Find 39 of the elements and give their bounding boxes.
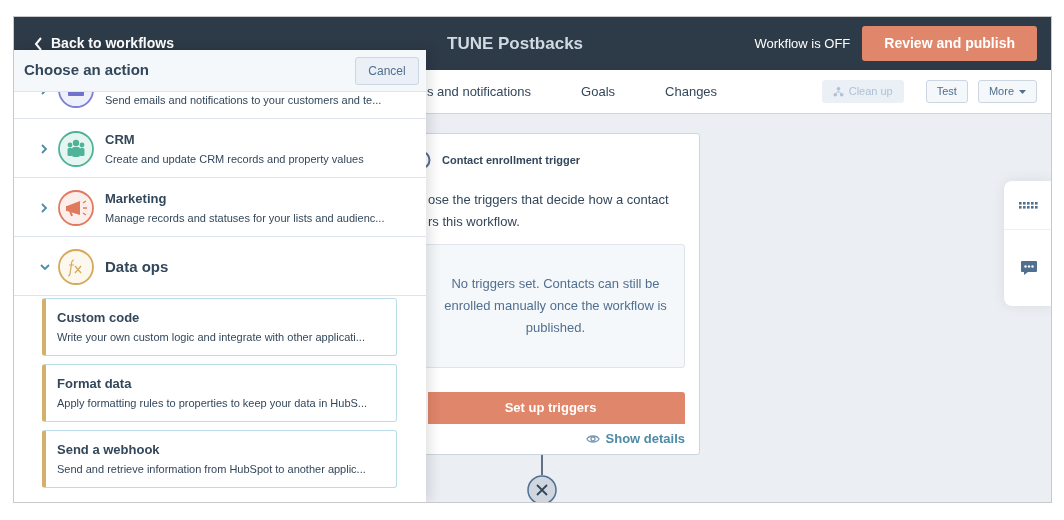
grid-icon: [1019, 201, 1038, 209]
category-description: Manage records and statuses for your lists and audienc...: [105, 210, 385, 226]
end-node-icon: [527, 475, 557, 502]
action-title: Format data: [57, 375, 133, 393]
action-description: Write your own custom logic and integrate with other applicati...: [57, 330, 366, 345]
tab[interactable]: Goals: [581, 81, 616, 102]
category-description: Send emails and notifications to your customers and te...: [105, 92, 382, 108]
action-description: Apply formatting rules to properties to keep your data in HubS...: [57, 396, 368, 411]
card-description: ose the triggers that decide how a contact rs this workflow.: [427, 191, 670, 231]
category-description: Create and update CRM records and property values: [105, 151, 364, 167]
action-description: Send and retrieve information from HubSpot to another applic...: [57, 462, 367, 477]
action-card[interactable]: Custom code Write your own custom logic and integrate with other applicati...: [42, 298, 397, 356]
action-card[interactable]: Send a webhook Send and retrieve information from HubSpot to another applic...: [42, 430, 397, 488]
chevron-down-icon[interactable]: [40, 263, 50, 270]
category-title[interactable]: CRM: [105, 129, 364, 150]
action-card[interactable]: Format data Apply formatting rules to properties to keep your data in HubS...: [42, 364, 397, 422]
workflow-title: TUNE Postbacks: [447, 32, 584, 55]
empty-message: No triggers set. Contacts can still be enrolled manually once the workflow is published.: [443, 275, 668, 337]
workflow-status: Workflow is OFF: [754, 34, 851, 53]
hierarchy-icon: [832, 86, 844, 97]
crm-icon: [58, 130, 94, 167]
eye-icon: [585, 433, 600, 445]
connector-line: [541, 455, 543, 475]
caret-icon: [1019, 89, 1026, 94]
action-title: Custom code: [57, 309, 141, 327]
panel-title: Choose an action: [24, 60, 150, 81]
toolbar-button[interactable]: More: [977, 80, 1037, 103]
marketing-icon: [58, 189, 94, 226]
tab[interactable]: s and notifications: [427, 81, 532, 102]
card-title: Contact enrollment trigger: [442, 152, 581, 168]
show-details-link[interactable]: Show details: [585, 429, 685, 449]
back-link[interactable]: Back to workflows: [14, 33, 447, 54]
action-title: Send a webhook: [57, 441, 161, 459]
category-title[interactable]: Data ops: [105, 256, 169, 277]
chat-icon: [1020, 261, 1037, 275]
category-title[interactable]: Marketing: [105, 188, 385, 209]
toolbar-button[interactable]: Test: [925, 80, 968, 103]
cancel-button[interactable]: Cancel: [355, 56, 419, 85]
tab[interactable]: Changes: [665, 81, 718, 102]
